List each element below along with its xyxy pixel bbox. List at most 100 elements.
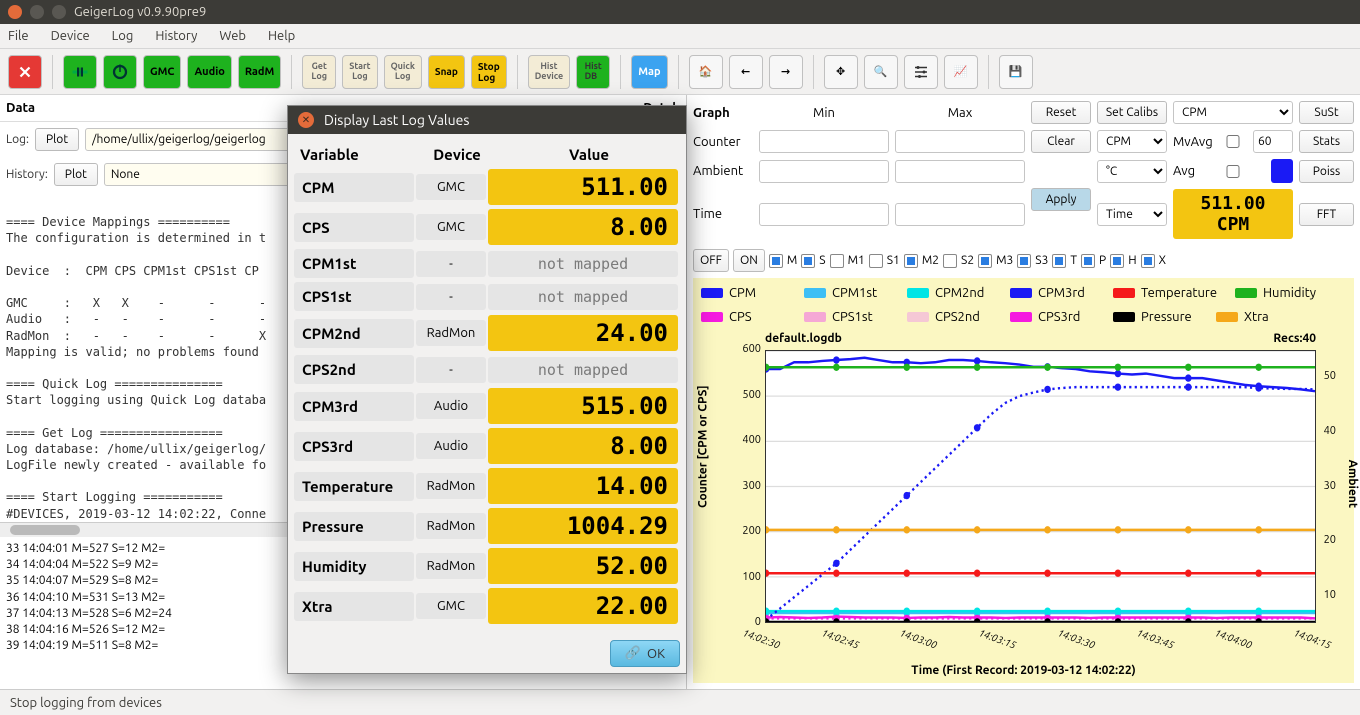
dialog-dev: -	[416, 251, 486, 277]
dialog-dev: Audio	[416, 393, 486, 419]
mvavg-input[interactable]	[1253, 130, 1293, 153]
plot-canvas[interactable]	[765, 350, 1316, 623]
plot-title-left: default.logdb	[765, 332, 842, 345]
stoplog-button[interactable]: Stop Log	[471, 55, 507, 89]
x-tick: 14:03:30	[1056, 627, 1096, 651]
legend-item: Temperature	[1113, 286, 1217, 300]
counter-min-input[interactable]	[759, 130, 889, 153]
dialog-ok-button[interactable]: 🔗 OK	[610, 640, 680, 667]
series-checkbox-S2[interactable]: S2	[943, 254, 974, 268]
legend-swatch	[804, 288, 826, 298]
plot-log-button[interactable]: Plot	[35, 128, 79, 151]
window-close-icon[interactable]	[8, 5, 22, 19]
histdevice-button[interactable]: Hist Device	[528, 55, 571, 89]
series-checkbox-T[interactable]: T	[1052, 254, 1077, 268]
series-checkbox-M[interactable]: M	[769, 254, 797, 268]
legend-swatch	[701, 312, 723, 322]
back-icon[interactable]: ←	[729, 55, 763, 89]
quicklog-button[interactable]: Quick Log	[384, 55, 422, 89]
series-checkbox-M2[interactable]: M2	[904, 254, 939, 268]
audio-button[interactable]: Audio	[187, 55, 231, 89]
exit-button[interactable]	[8, 55, 42, 89]
legend-item: CPM3rd	[1010, 286, 1095, 300]
poiss-button[interactable]: Poiss	[1299, 160, 1354, 183]
dialog-val: 24.00	[488, 315, 678, 351]
series-checkbox-P[interactable]: P	[1081, 254, 1106, 268]
series-checkbox-M1[interactable]: M1	[830, 254, 865, 268]
getlog-button[interactable]: Get Log	[302, 55, 336, 89]
cpm-select[interactable]: CPM	[1173, 101, 1293, 124]
dialog-close-icon[interactable]: ✕	[298, 112, 314, 128]
dialog-val: 14.00	[488, 468, 678, 504]
dialog-row: CPM2ndRadMon24.00	[294, 315, 680, 351]
map-button[interactable]: Map	[631, 55, 667, 89]
histdb-button[interactable]: Hist DB	[576, 55, 610, 89]
counter-unit-select[interactable]: CPM	[1097, 130, 1167, 153]
config-icon[interactable]	[904, 55, 938, 89]
snap-button[interactable]: Snap	[428, 55, 465, 89]
menu-device[interactable]: Device	[51, 29, 90, 43]
series-checkbox-S3[interactable]: S3	[1017, 254, 1048, 268]
connect-icon[interactable]	[63, 55, 97, 89]
clear-button[interactable]: Clear	[1031, 130, 1091, 153]
dialog-row: XtraGMC22.00	[294, 588, 680, 624]
fft-button[interactable]: FFT	[1299, 203, 1354, 226]
save-icon[interactable]: 💾	[999, 55, 1033, 89]
dialog-var: CPM1st	[294, 249, 414, 278]
temp-unit-select[interactable]: °C	[1097, 160, 1167, 183]
series-checkbox-S[interactable]: S	[801, 254, 825, 268]
menu-history[interactable]: History	[155, 29, 197, 43]
series-checkbox-X[interactable]: X	[1141, 254, 1166, 268]
dialog-titlebar[interactable]: ✕ Display Last Log Values	[288, 106, 686, 134]
log-label: Log:	[6, 133, 29, 146]
menu-log[interactable]: Log	[112, 29, 134, 43]
home-icon[interactable]: 🏠	[689, 55, 723, 89]
startlog-button[interactable]: Start Log	[342, 55, 377, 89]
mvavg-checkbox[interactable]	[1217, 135, 1249, 148]
gmc-button[interactable]: GMC	[143, 55, 181, 89]
window-minimize-icon[interactable]	[30, 5, 44, 19]
big-cpm-display: 511.00 CPM	[1173, 189, 1293, 239]
x-tick: 14:03:00	[899, 627, 939, 651]
menu-web[interactable]: Web	[219, 29, 246, 43]
apply-button[interactable]: Apply	[1031, 188, 1091, 211]
setcalibs-button[interactable]: Set Calibs	[1097, 101, 1167, 124]
y-tick: 100	[735, 571, 761, 583]
chart-icon[interactable]: 📈	[944, 55, 978, 89]
time-min-input[interactable]	[759, 203, 889, 226]
menubar: File Device Log History Web Help	[0, 24, 1360, 49]
power-icon[interactable]	[103, 55, 137, 89]
forward-icon[interactable]: →	[769, 55, 803, 89]
legend-swatch	[1010, 288, 1032, 298]
color-swatch[interactable]	[1271, 159, 1293, 183]
legend-swatch	[1113, 312, 1135, 322]
radm-button[interactable]: RadM	[238, 55, 281, 89]
reset-button[interactable]: Reset	[1031, 101, 1091, 124]
dialog-val: 515.00	[488, 388, 678, 424]
dialog-var: CPS2nd	[294, 355, 414, 384]
menu-help[interactable]: Help	[268, 29, 295, 43]
ambient-min-input[interactable]	[759, 160, 889, 183]
ambient-max-input[interactable]	[895, 160, 1025, 183]
dialog-dev: RadMon	[416, 513, 486, 539]
zoom-icon[interactable]: 🔍	[864, 55, 898, 89]
counter-max-input[interactable]	[895, 130, 1025, 153]
avg-checkbox[interactable]	[1199, 165, 1266, 178]
time-max-input[interactable]	[895, 203, 1025, 226]
menu-file[interactable]: File	[8, 29, 29, 43]
legend-item: Pressure	[1113, 310, 1198, 324]
pan-icon[interactable]: ✥	[824, 55, 858, 89]
stats-button[interactable]: Stats	[1299, 130, 1354, 153]
series-checkbox-H[interactable]: H	[1110, 254, 1136, 268]
legend-item: Xtra	[1216, 310, 1301, 324]
on-button[interactable]: ON	[733, 249, 765, 272]
off-button[interactable]: OFF	[693, 249, 729, 272]
graph-heading: Graph	[693, 106, 753, 120]
series-checkbox-S1[interactable]: S1	[869, 254, 900, 268]
plot-history-button[interactable]: Plot	[54, 163, 98, 186]
time-select[interactable]: Time	[1097, 203, 1167, 226]
series-checkbox-M3[interactable]: M3	[978, 254, 1013, 268]
window-maximize-icon[interactable]	[52, 5, 66, 19]
dialog-col-value: Value	[494, 146, 684, 163]
sust-button[interactable]: SuSt	[1299, 101, 1354, 124]
